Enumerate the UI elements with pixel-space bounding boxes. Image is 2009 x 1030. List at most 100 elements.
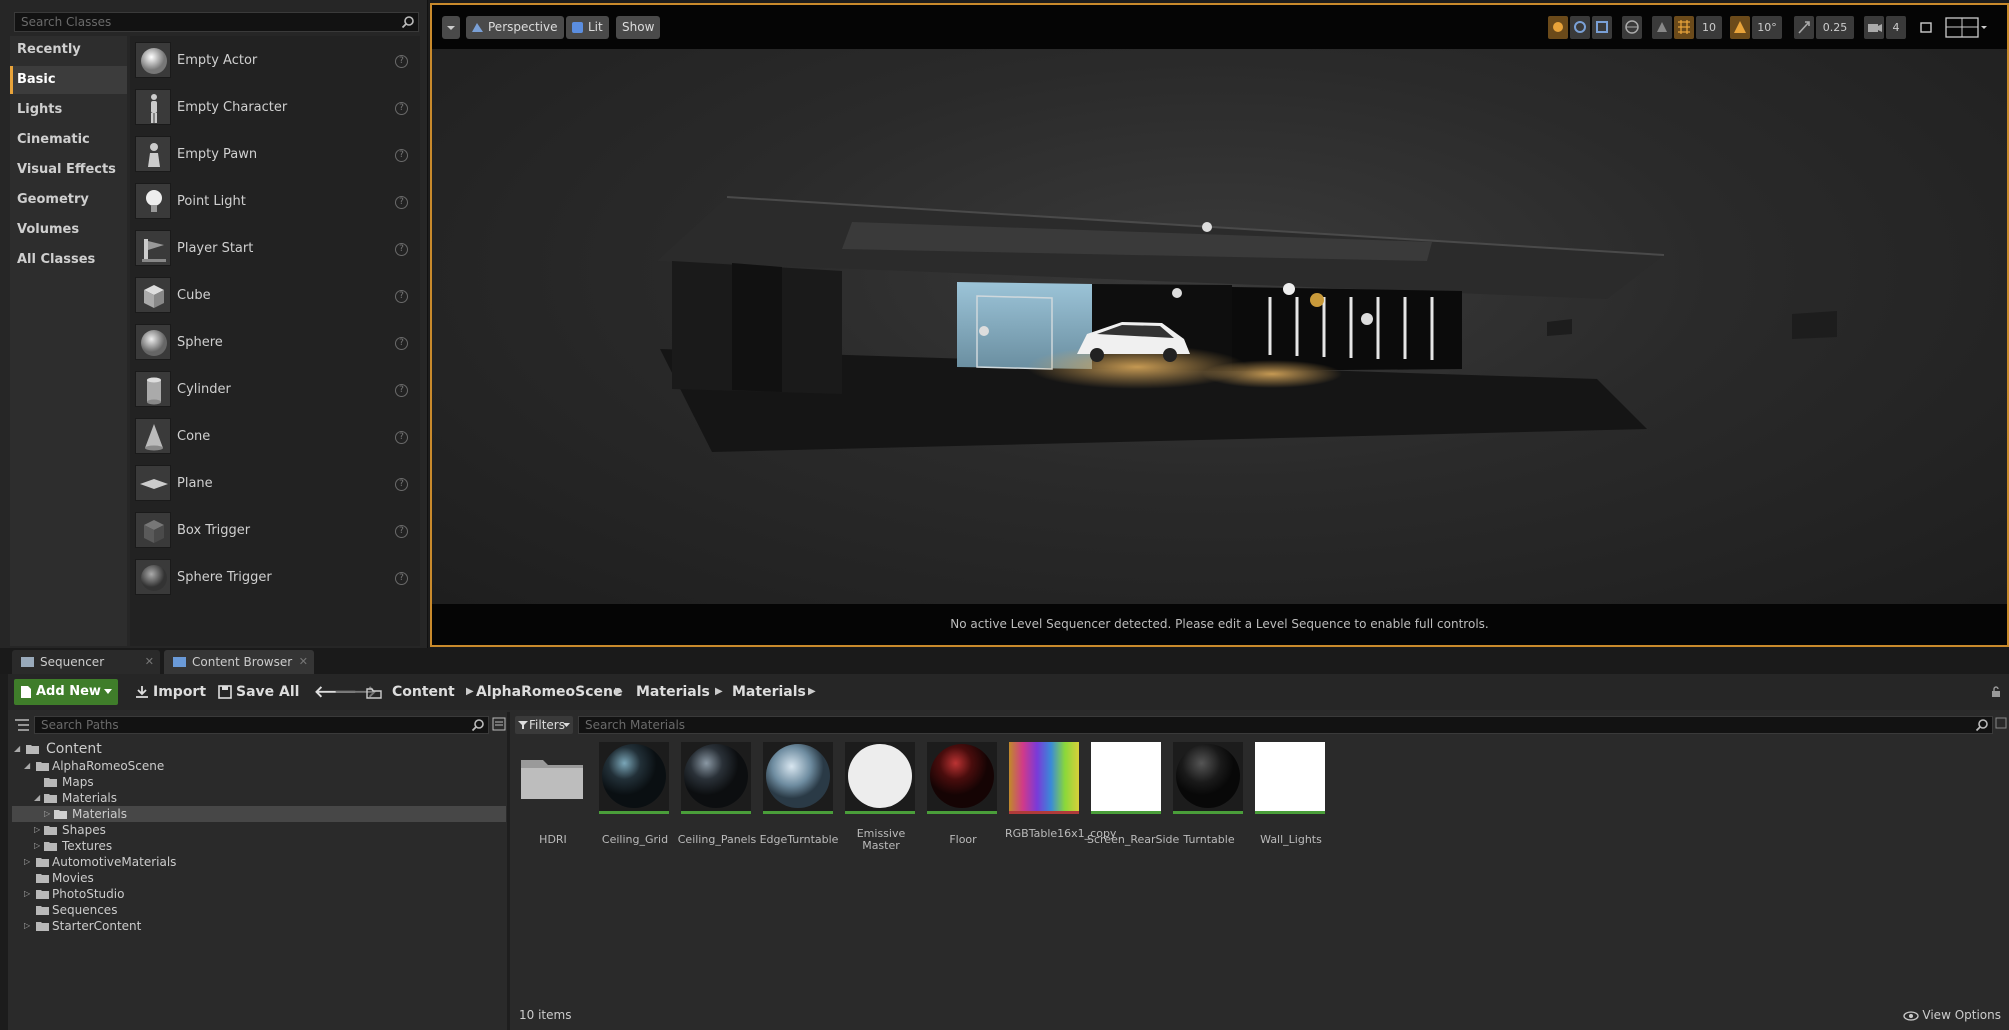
tree-item-automotivematerials[interactable]: ▷ AutomotiveMaterials	[12, 854, 506, 870]
breadcrumb-separator-icon[interactable]: ▶	[615, 679, 623, 705]
world-space-icon[interactable]	[1622, 16, 1642, 39]
help-icon[interactable]: ?	[395, 196, 408, 209]
asset-settings-icon[interactable]	[1995, 717, 2007, 729]
actor-item-empty-actor[interactable]: Empty Actor ?	[130, 38, 420, 84]
tree-item-alpharomeoscene[interactable]: ◢ AlphaRomeoScene	[12, 758, 506, 774]
asset-tile-ceiling-grid[interactable]: Ceiling_Grid	[595, 742, 671, 852]
help-icon[interactable]: ?	[395, 525, 408, 538]
asset-tile-screen-rearside[interactable]: Screen_RearSide	[1087, 742, 1179, 852]
translate-tool-icon[interactable]	[1548, 16, 1568, 39]
lock-icon[interactable]	[1990, 686, 2002, 698]
actor-item-cylinder[interactable]: Cylinder ?	[130, 367, 420, 413]
breadcrumb-content[interactable]: Content	[392, 679, 455, 705]
actor-item-sphere-trigger[interactable]: Sphere Trigger ?	[130, 555, 420, 601]
save-all-button[interactable]: Save All	[216, 679, 299, 705]
asset-tile-edgeturntable[interactable]: EdgeTurntable	[759, 742, 838, 852]
actor-item-cube[interactable]: Cube ?	[130, 273, 420, 319]
close-icon[interactable]: ✕	[299, 650, 308, 674]
help-icon[interactable]: ?	[395, 431, 408, 444]
perspective-button[interactable]: Perspective	[466, 16, 564, 39]
asset-tile-ceiling-panels[interactable]: Ceiling_Panels	[677, 742, 756, 852]
close-icon[interactable]: ✕	[145, 650, 154, 674]
asset-tile-rgbtable[interactable]: RGBTable16x1_copy	[1005, 742, 1116, 852]
tree-item-shapes[interactable]: ▷ Shapes	[12, 822, 506, 838]
help-icon[interactable]: ?	[395, 337, 408, 350]
rotation-snap-icon[interactable]	[1730, 16, 1750, 39]
asset-tile-hdri[interactable]: HDRI	[513, 742, 589, 852]
scale-snap-value[interactable]: 0.25	[1816, 16, 1854, 39]
help-icon[interactable]: ?	[395, 478, 408, 491]
camera-speed-value[interactable]: 4	[1886, 16, 1906, 39]
add-new-button[interactable]: Add New	[14, 679, 118, 705]
breadcrumb-materials[interactable]: Materials	[636, 679, 710, 705]
search-icon[interactable]	[1975, 718, 1989, 732]
tree-item-materials-selected[interactable]: ▷ Materials	[12, 806, 506, 822]
actor-item-point-light[interactable]: Point Light ?	[130, 179, 420, 225]
tree-item-content[interactable]: ◢ Content	[12, 740, 506, 758]
category-basic[interactable]: Basic	[10, 66, 127, 94]
asset-tile-floor[interactable]: Floor	[923, 742, 999, 852]
help-icon[interactable]: ?	[395, 290, 408, 303]
search-paths-input[interactable]: Search Paths	[34, 716, 489, 734]
actor-item-plane[interactable]: Plane ?	[130, 461, 420, 507]
breadcrumb-alpharomeoscene[interactable]: AlphaRomeoScene	[476, 679, 623, 705]
actor-item-empty-pawn[interactable]: Empty Pawn ?	[130, 132, 420, 178]
viewport-options-button[interactable]	[442, 16, 460, 39]
category-cinematic[interactable]: Cinematic	[10, 126, 127, 154]
actor-item-cone[interactable]: Cone ?	[130, 414, 420, 460]
category-recently-placed[interactable]: Recently Placed	[10, 36, 127, 85]
help-icon[interactable]: ?	[395, 149, 408, 162]
tab-sequencer[interactable]: Sequencer ✕	[12, 650, 160, 674]
rotate-tool-icon[interactable]	[1570, 16, 1590, 39]
category-all-classes[interactable]: All Classes	[10, 246, 127, 274]
help-icon[interactable]: ?	[395, 243, 408, 256]
scene-render[interactable]	[432, 49, 2007, 604]
tree-item-sequences[interactable]: Sequences	[12, 902, 506, 918]
actor-item-sphere[interactable]: Sphere ?	[130, 320, 420, 366]
breadcrumb-separator-icon[interactable]: ▶	[808, 679, 816, 705]
tree-item-textures[interactable]: ▷ Textures	[12, 838, 506, 854]
search-icon[interactable]	[471, 718, 485, 732]
lit-button[interactable]: Lit	[566, 16, 609, 39]
breadcrumb-materials-current[interactable]: Materials	[732, 679, 806, 705]
tree-item-startercontent[interactable]: ▷ StarterContent	[12, 918, 506, 934]
search-materials-input[interactable]: Search Materials	[578, 716, 1993, 734]
asset-tile-turntable[interactable]: Turntable	[1169, 742, 1245, 852]
tree-item-movies[interactable]: Movies	[12, 870, 506, 886]
scale-tool-icon[interactable]	[1592, 16, 1612, 39]
category-geometry[interactable]: Geometry	[10, 186, 127, 214]
show-button[interactable]: Show	[616, 16, 661, 39]
path-view-options-icon[interactable]	[492, 717, 506, 731]
help-icon[interactable]: ?	[395, 384, 408, 397]
folder-open-icon[interactable]	[366, 687, 382, 699]
asset-tile-wall-lights[interactable]: Wall_Lights	[1251, 742, 1327, 852]
search-icon[interactable]	[401, 15, 415, 29]
rotation-snap-value[interactable]: 10°	[1752, 16, 1782, 39]
actor-item-empty-character[interactable]: Empty Character ?	[130, 85, 420, 131]
layout-icon[interactable]	[1942, 16, 1988, 39]
grid-snap-icon[interactable]	[1674, 16, 1694, 39]
maximize-viewport-icon[interactable]	[1916, 16, 1936, 39]
category-lights[interactable]: Lights	[10, 96, 127, 124]
camera-speed-icon[interactable]	[1864, 16, 1884, 39]
import-button[interactable]: Import	[133, 679, 206, 705]
breadcrumb-separator-icon[interactable]: ▶	[715, 679, 723, 705]
level-viewport[interactable]: Perspective Lit Show 10 10° 0.25 4 No ac…	[430, 3, 2009, 647]
view-options-button[interactable]: View Options	[1902, 1008, 2001, 1022]
class-search-input[interactable]: Search Classes	[14, 12, 419, 32]
actor-item-player-start[interactable]: Player Start ?	[130, 226, 420, 272]
category-visual-effects[interactable]: Visual Effects	[10, 156, 127, 184]
help-icon[interactable]: ?	[395, 102, 408, 115]
grid-snap-value[interactable]: 10	[1696, 16, 1722, 39]
sources-toggle-icon[interactable]	[14, 718, 30, 732]
help-icon[interactable]: ?	[395, 572, 408, 585]
tab-content-browser[interactable]: Content Browser ✕	[164, 650, 314, 674]
tree-item-materials[interactable]: ◢ Materials	[12, 790, 506, 806]
breadcrumb-separator-icon[interactable]: ▶	[466, 679, 474, 705]
surface-snap-icon[interactable]	[1652, 16, 1672, 39]
help-icon[interactable]: ?	[395, 55, 408, 68]
tree-item-maps[interactable]: Maps	[12, 774, 506, 790]
category-volumes[interactable]: Volumes	[10, 216, 127, 244]
filters-button[interactable]: Filters	[515, 716, 573, 734]
scale-snap-icon[interactable]	[1794, 16, 1814, 39]
